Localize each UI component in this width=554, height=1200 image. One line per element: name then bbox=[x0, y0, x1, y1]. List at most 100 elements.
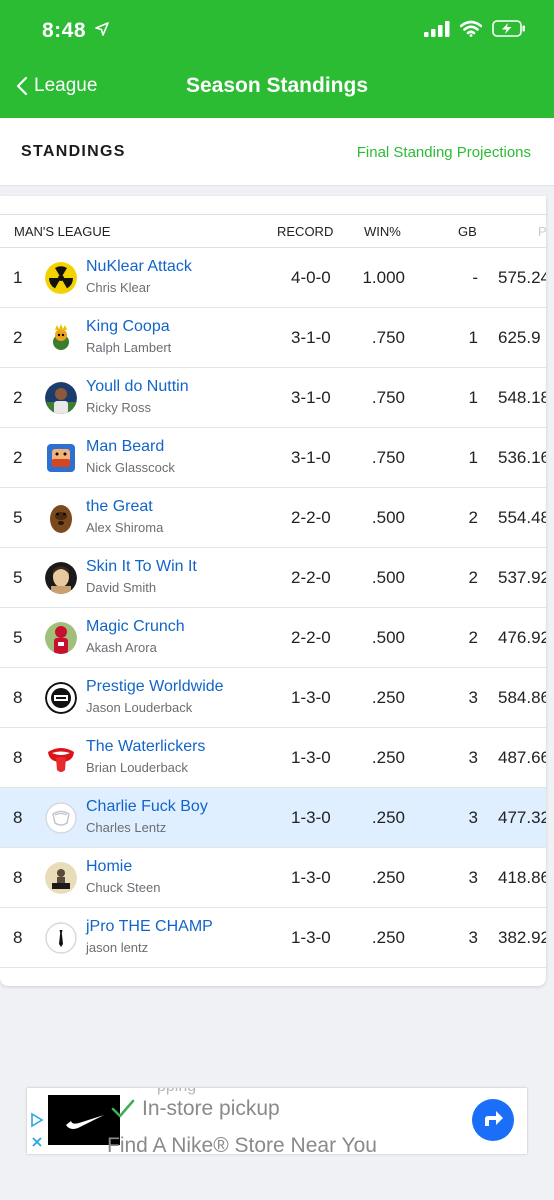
table-row[interactable]: 5 Magic Crunch Akash Arora 2-2-0 .500 2 … bbox=[0, 608, 546, 668]
games-back: 3 bbox=[468, 688, 478, 707]
ad-headline: In-store pickup bbox=[142, 1097, 280, 1120]
games-back: - bbox=[472, 268, 478, 287]
ad-subline: Find A Nike® Store Near You bbox=[107, 1134, 377, 1154]
team-name[interactable]: Magic Crunch bbox=[86, 618, 185, 636]
prestige-worldwide-badge-icon bbox=[45, 682, 77, 714]
owner-name: Jason Louderback bbox=[86, 700, 193, 715]
rank: 8 bbox=[13, 868, 23, 887]
ad-directions-button[interactable] bbox=[472, 1099, 514, 1141]
header-pf[interactable]: PF bbox=[538, 224, 546, 239]
win-pct: .250 bbox=[371, 868, 405, 887]
record: 2-2-0 bbox=[291, 508, 331, 527]
beard-face-icon bbox=[45, 442, 77, 474]
table-row[interactable]: 8 Homie Chuck Steen 1-3-0 .250 3 418.86 bbox=[0, 848, 546, 908]
owner-name: Akash Arora bbox=[86, 640, 157, 655]
points-for: 536.16 bbox=[498, 448, 546, 467]
directions-arrow-icon bbox=[485, 1111, 503, 1126]
win-pct: .500 bbox=[371, 628, 405, 647]
table-row[interactable]: 8 Prestige Worldwide Jason Louderback 1-… bbox=[0, 668, 546, 728]
final-standing-projections-link[interactable]: Final Standing Projections bbox=[357, 144, 531, 161]
points-for: 548.18 bbox=[498, 388, 546, 407]
points-for: 477.32 bbox=[498, 808, 546, 827]
rank: 2 bbox=[13, 328, 23, 347]
team-name[interactable]: jPro THE CHAMP bbox=[86, 918, 213, 936]
points-for: 487.66 bbox=[498, 748, 546, 767]
win-pct: .250 bbox=[371, 808, 405, 827]
rank: 8 bbox=[13, 748, 23, 767]
table-row[interactable]: 5 the Great Alex Shiroma 2-2-0 .500 2 55… bbox=[0, 488, 546, 548]
team-name[interactable]: Charlie Fuck Boy bbox=[86, 798, 208, 816]
team-name[interactable]: Prestige Worldwide bbox=[86, 678, 224, 696]
owner-name: Alex Shiroma bbox=[86, 520, 164, 535]
team-name[interactable]: The Waterlickers bbox=[86, 738, 205, 756]
table-row-highlighted[interactable]: 8 Charlie Fuck Boy Charles Lentz 1-3-0 .… bbox=[0, 788, 546, 848]
table-row[interactable]: 8 jPro THE CHAMP jason lentz 1-3-0 .250 … bbox=[0, 908, 546, 968]
table-row[interactable]: 1 NuKlear Attack Chris Klear 4-0-0 1.000… bbox=[0, 248, 546, 308]
table-header: MAN'S LEAGUE RECORD WIN% GB PF bbox=[0, 214, 546, 248]
app-header: 8:48 League Season Standings bbox=[0, 0, 554, 118]
table-row[interactable]: 2 King Coopa Ralph Lambert 3-1-0 .750 1 … bbox=[0, 308, 546, 368]
tie-icon bbox=[45, 922, 77, 954]
tab-bar: STANDINGS Final Standing Projections bbox=[0, 118, 554, 186]
team-name[interactable]: Man Beard bbox=[86, 438, 164, 456]
table-row[interactable]: 2 Man Beard Nick Glasscock 3-1-0 .750 1 … bbox=[0, 428, 546, 488]
record: 1-3-0 bbox=[291, 748, 331, 767]
points-for: 382.92 bbox=[498, 928, 546, 947]
location-arrow-icon bbox=[95, 22, 109, 36]
games-back: 3 bbox=[468, 748, 478, 767]
header-winpct[interactable]: WIN% bbox=[364, 224, 401, 239]
team-name[interactable]: Homie bbox=[86, 858, 132, 876]
rank: 8 bbox=[13, 688, 23, 707]
person-photo-icon bbox=[45, 562, 77, 594]
team-name[interactable]: the Great bbox=[86, 498, 153, 516]
checkmark-icon bbox=[111, 1099, 135, 1118]
owner-name: Chuck Steen bbox=[86, 880, 161, 895]
rank: 1 bbox=[13, 268, 23, 287]
wifi-icon bbox=[460, 20, 482, 37]
rank: 5 bbox=[13, 508, 23, 527]
win-pct: .500 bbox=[371, 508, 405, 527]
player-photo-icon bbox=[45, 382, 77, 414]
tongue-lips-icon bbox=[45, 742, 77, 774]
win-pct: 1.000 bbox=[362, 268, 405, 287]
record: 3-1-0 bbox=[291, 448, 331, 467]
win-pct: .250 bbox=[371, 928, 405, 947]
tab-standings[interactable]: STANDINGS bbox=[21, 143, 126, 161]
games-back: 3 bbox=[468, 868, 478, 887]
ad-choices-icon[interactable] bbox=[30, 1112, 44, 1150]
win-pct: .750 bbox=[371, 388, 405, 407]
owner-name: Charles Lentz bbox=[86, 820, 167, 835]
header-record[interactable]: RECORD bbox=[277, 224, 333, 239]
standings-card: MAN'S LEAGUE RECORD WIN% GB PF 1 NuKlear… bbox=[0, 196, 546, 986]
win-pct: .750 bbox=[371, 448, 405, 467]
ad-partial-text: pping bbox=[157, 1088, 196, 1096]
rank: 5 bbox=[13, 568, 23, 587]
header-gb[interactable]: GB bbox=[458, 224, 477, 239]
table-row[interactable]: 5 Skin It To Win It David Smith 2-2-0 .5… bbox=[0, 548, 546, 608]
homie-sign-icon bbox=[45, 862, 77, 894]
nav-bar: League Season Standings bbox=[0, 60, 554, 118]
record: 4-0-0 bbox=[291, 268, 331, 287]
win-pct: .750 bbox=[371, 328, 405, 347]
win-pct: .500 bbox=[371, 568, 405, 587]
owner-name: Chris Klear bbox=[86, 280, 151, 295]
koopa-king-icon bbox=[45, 322, 77, 354]
table-row[interactable]: 8 The Waterlickers Brian Louderback 1-3-… bbox=[0, 728, 546, 788]
team-name[interactable]: Youll do Nuttin bbox=[86, 378, 189, 396]
table-row[interactable]: 2 Youll do Nuttin Ricky Ross 3-1-0 .750 … bbox=[0, 368, 546, 428]
record: 1-3-0 bbox=[291, 868, 331, 887]
games-back: 1 bbox=[468, 448, 478, 467]
football-player-icon bbox=[45, 622, 77, 654]
owner-name: Ralph Lambert bbox=[86, 340, 172, 355]
team-name[interactable]: NuKlear Attack bbox=[86, 258, 192, 276]
games-back: 3 bbox=[468, 928, 478, 947]
team-name[interactable]: King Coopa bbox=[86, 318, 170, 336]
team-name[interactable]: Skin It To Win It bbox=[86, 558, 197, 576]
status-bar: 8:48 bbox=[0, 0, 554, 60]
ad-banner[interactable]: pping In-store pickup Find A Nike® Store… bbox=[27, 1088, 527, 1154]
points-for: 554.48 bbox=[498, 508, 546, 527]
owner-name: jason lentz bbox=[86, 940, 149, 955]
owner-name: Nick Glasscock bbox=[86, 460, 175, 475]
record: 1-3-0 bbox=[291, 928, 331, 947]
header-league: MAN'S LEAGUE bbox=[14, 224, 111, 239]
